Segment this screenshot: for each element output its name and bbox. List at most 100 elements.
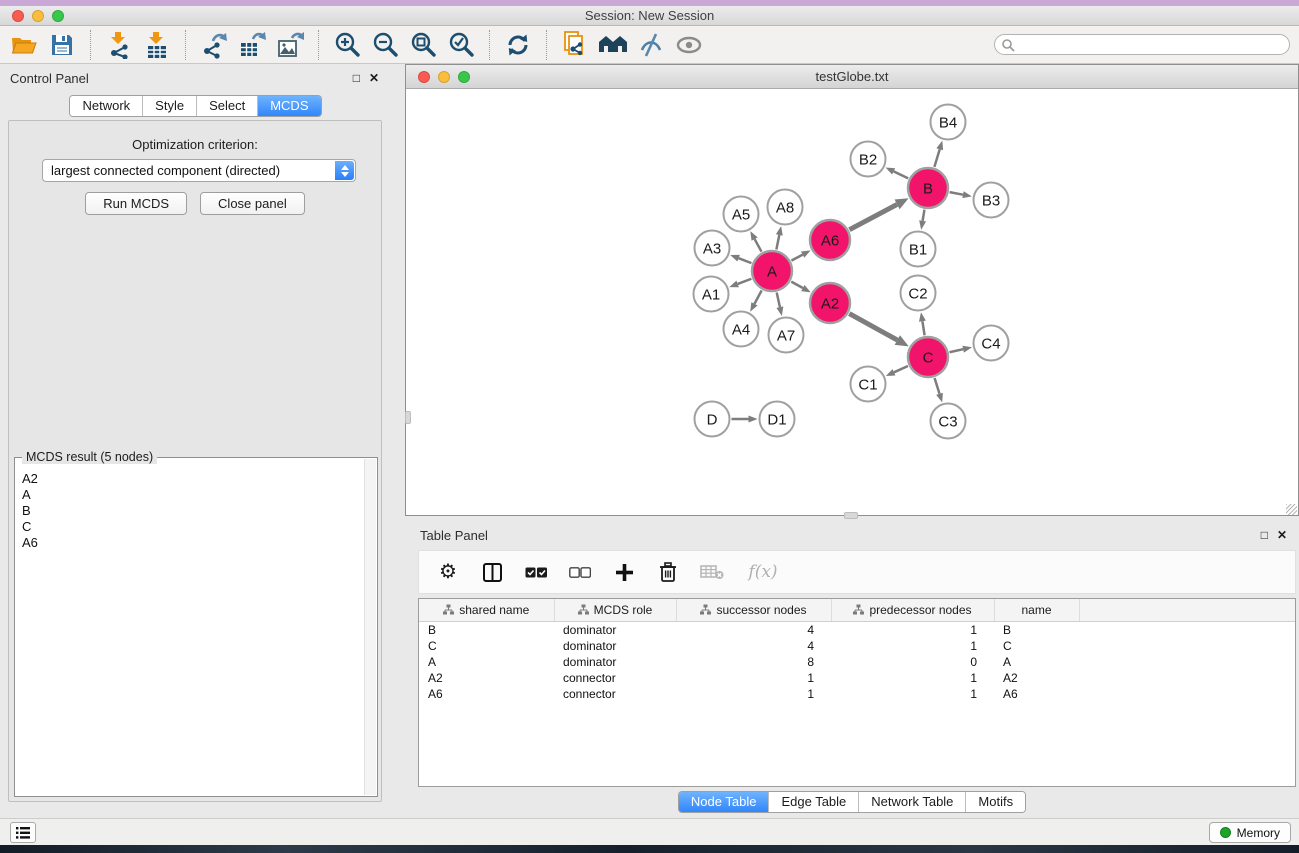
table-row[interactable]: A2connector11A2	[419, 670, 1295, 686]
table-cell: dominator	[554, 638, 676, 654]
tab-select[interactable]: Select	[196, 96, 257, 116]
open-folder-icon[interactable]	[5, 29, 43, 61]
import-network-icon[interactable]	[100, 29, 138, 61]
close-panel-icon[interactable]: ✕	[369, 72, 379, 84]
document-network-icon[interactable]	[556, 29, 594, 61]
export-table-icon[interactable]	[233, 29, 271, 61]
edge-arrowhead-icon	[776, 306, 783, 316]
network-edge-C-C3[interactable]	[935, 378, 940, 394]
network-edge-A-A1[interactable]	[738, 279, 752, 284]
eye-slash-icon[interactable]	[632, 29, 670, 61]
tab-style[interactable]: Style	[142, 96, 196, 116]
network-window-titlebar[interactable]: testGlobe.txt	[406, 65, 1298, 89]
column-selector-icon[interactable]	[480, 560, 504, 584]
export-network-icon[interactable]	[195, 29, 233, 61]
close-panel-button[interactable]: Close panel	[200, 192, 305, 215]
mcds-result-item[interactable]: A	[22, 487, 376, 503]
criterion-dropdown[interactable]: largest connected component (directed)	[42, 159, 356, 182]
network-edge-B-B4[interactable]	[934, 149, 939, 167]
vertical-scroll-handle[interactable]	[405, 411, 411, 424]
run-mcds-button[interactable]: Run MCDS	[85, 192, 187, 215]
network-edge-B-B2[interactable]	[894, 171, 909, 178]
network-edge-A-A3[interactable]	[739, 258, 752, 263]
table-cell: 1	[831, 670, 994, 686]
delete-table-icon[interactable]	[700, 560, 724, 584]
refresh-icon[interactable]	[499, 29, 537, 61]
network-edge-A-A2[interactable]	[791, 282, 803, 288]
save-icon[interactable]	[43, 29, 81, 61]
tab-node-table[interactable]: Node Table	[679, 792, 769, 812]
task-history-button[interactable]	[10, 822, 36, 843]
network-edge-A-A6[interactable]	[791, 255, 802, 261]
list-icon	[15, 826, 31, 840]
delete-column-icon[interactable]	[656, 560, 680, 584]
column-header-shared-name[interactable]: shared name	[419, 599, 554, 621]
function-builder-icon[interactable]: f(x)	[744, 560, 782, 584]
table-row[interactable]: Adominator80A	[419, 654, 1295, 670]
eye-icon[interactable]	[670, 29, 708, 61]
zoom-check-icon[interactable]	[442, 29, 480, 61]
settings-gear-icon[interactable]: ⚙	[436, 560, 460, 584]
tab-mcds[interactable]: MCDS	[257, 96, 320, 116]
import-table-icon[interactable]	[138, 29, 176, 61]
search-input[interactable]	[994, 34, 1290, 55]
mcds-result-item[interactable]: C	[22, 519, 376, 535]
memory-button[interactable]: Memory	[1209, 822, 1291, 843]
table-row[interactable]: Cdominator41C	[419, 638, 1295, 654]
network-edge-A-A8[interactable]	[776, 235, 779, 250]
table-toolbar: ⚙	[418, 550, 1296, 594]
zoom-out-icon[interactable]	[366, 29, 404, 61]
network-node-label: C3	[938, 413, 957, 430]
network-edge-C-C2[interactable]	[922, 321, 924, 335]
export-image-icon[interactable]	[271, 29, 309, 61]
network-node-label: A2	[821, 295, 839, 312]
network-edge-B-B1[interactable]	[923, 210, 925, 221]
zoom-in-icon[interactable]	[328, 29, 366, 61]
horizontal-scroll-handle[interactable]	[844, 512, 858, 519]
network-edge-C-C1[interactable]	[894, 366, 908, 372]
resize-grip-icon[interactable]	[1286, 504, 1297, 515]
network-edge-A6-B[interactable]	[849, 204, 897, 229]
mcds-result-item[interactable]: B	[22, 503, 376, 519]
zoom-fit-icon[interactable]	[404, 29, 442, 61]
table-row[interactable]: A6connector11A6	[419, 686, 1295, 702]
network-canvas[interactable]: A5A8A3AA1A4A7A6A2B2B4BB3B1C2CC4C1C3DD1	[406, 90, 1298, 515]
mcds-result-list: A2ABCA6	[16, 459, 376, 795]
table-cell-filler	[1079, 670, 1295, 686]
network-node-label: C4	[981, 335, 1000, 352]
add-column-icon[interactable]	[612, 560, 636, 584]
network-node-label: A3	[703, 240, 721, 257]
table-cell-filler	[1079, 654, 1295, 670]
network-edge-A-A4[interactable]	[754, 290, 761, 303]
mcds-result-item[interactable]: A2	[22, 471, 376, 487]
tab-network[interactable]: Network	[70, 96, 142, 116]
network-edge-B-B3[interactable]	[950, 192, 963, 195]
table-cell: B	[994, 621, 1079, 638]
table-cell-filler	[1079, 686, 1295, 702]
table-cell-filler	[1079, 638, 1295, 654]
network-edge-A-A7[interactable]	[777, 292, 780, 307]
tab-network-table[interactable]: Network Table	[858, 792, 965, 812]
deselect-all-icon[interactable]	[568, 560, 592, 584]
mcds-result-item[interactable]: A6	[22, 535, 376, 551]
network-edge-C-C4[interactable]	[949, 349, 963, 352]
float-panel-icon[interactable]: □	[353, 72, 360, 84]
float-table-panel-icon[interactable]: □	[1261, 529, 1268, 541]
result-scrollbar-track[interactable]	[364, 459, 376, 795]
table-row[interactable]: Bdominator41B	[419, 621, 1295, 638]
network-node-label: C	[923, 349, 934, 366]
column-header-name[interactable]: name	[994, 599, 1079, 621]
tab-edge-table[interactable]: Edge Table	[768, 792, 858, 812]
table-cell: 0	[831, 654, 994, 670]
network-edge-A-A5[interactable]	[755, 239, 762, 252]
close-table-panel-icon[interactable]: ✕	[1277, 529, 1287, 541]
search-text-field[interactable]	[1015, 37, 1289, 53]
column-header-MCDS-role[interactable]: MCDS role	[554, 599, 676, 621]
network-edge-A2-C[interactable]	[849, 314, 897, 340]
column-header-successor-nodes[interactable]: successor nodes	[676, 599, 831, 621]
select-all-icon[interactable]	[524, 560, 548, 584]
column-header-predecessor-nodes[interactable]: predecessor nodes	[831, 599, 994, 621]
houses-icon[interactable]	[594, 29, 632, 61]
edge-arrowhead-icon	[936, 393, 943, 403]
tab-motifs[interactable]: Motifs	[965, 792, 1025, 812]
